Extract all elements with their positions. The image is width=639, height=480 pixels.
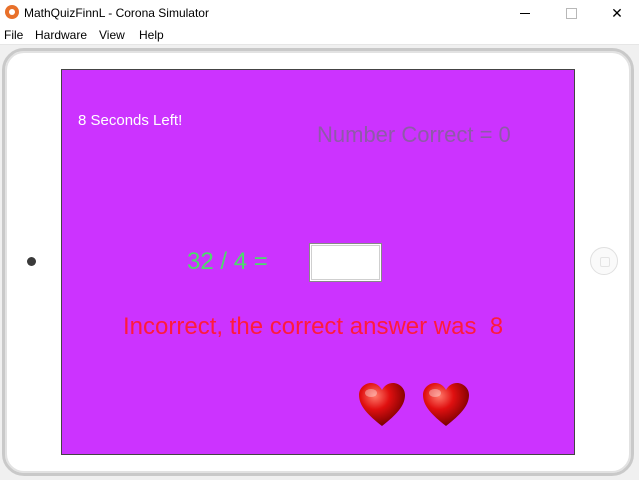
menu-help[interactable]: Help [139, 28, 164, 42]
heart-life-icon [359, 383, 405, 426]
maximize-button[interactable] [548, 0, 594, 26]
minimize-icon [520, 12, 530, 14]
answer-input[interactable] [309, 243, 382, 282]
heart-life-icon [423, 383, 469, 426]
window-title: MathQuizFinnL - Corona Simulator [24, 6, 209, 20]
question-label: 32 / 4 = [187, 248, 268, 275]
minimize-button[interactable] [502, 0, 548, 26]
feedback-label: Incorrect, the correct answer was 8 [123, 313, 504, 340]
timer-label: 8 Seconds Left! [78, 112, 183, 129]
app-screen: 8 Seconds Left! Number Correct = 0 32 / … [61, 69, 575, 455]
menu-view[interactable]: View [99, 28, 125, 42]
menu-bar: File Hardware View Help [0, 26, 639, 45]
score-label: Number Correct = 0 [317, 122, 511, 147]
title-bar: MathQuizFinnL - Corona Simulator ✕ [0, 0, 639, 26]
menu-file[interactable]: File [4, 28, 23, 42]
menu-hardware[interactable]: Hardware [35, 28, 87, 42]
home-button[interactable] [590, 247, 618, 275]
close-icon: ✕ [611, 4, 623, 21]
maximize-icon [565, 7, 577, 19]
close-button[interactable]: ✕ [594, 0, 639, 26]
camera-icon [27, 257, 36, 266]
corona-app-icon [5, 5, 19, 19]
